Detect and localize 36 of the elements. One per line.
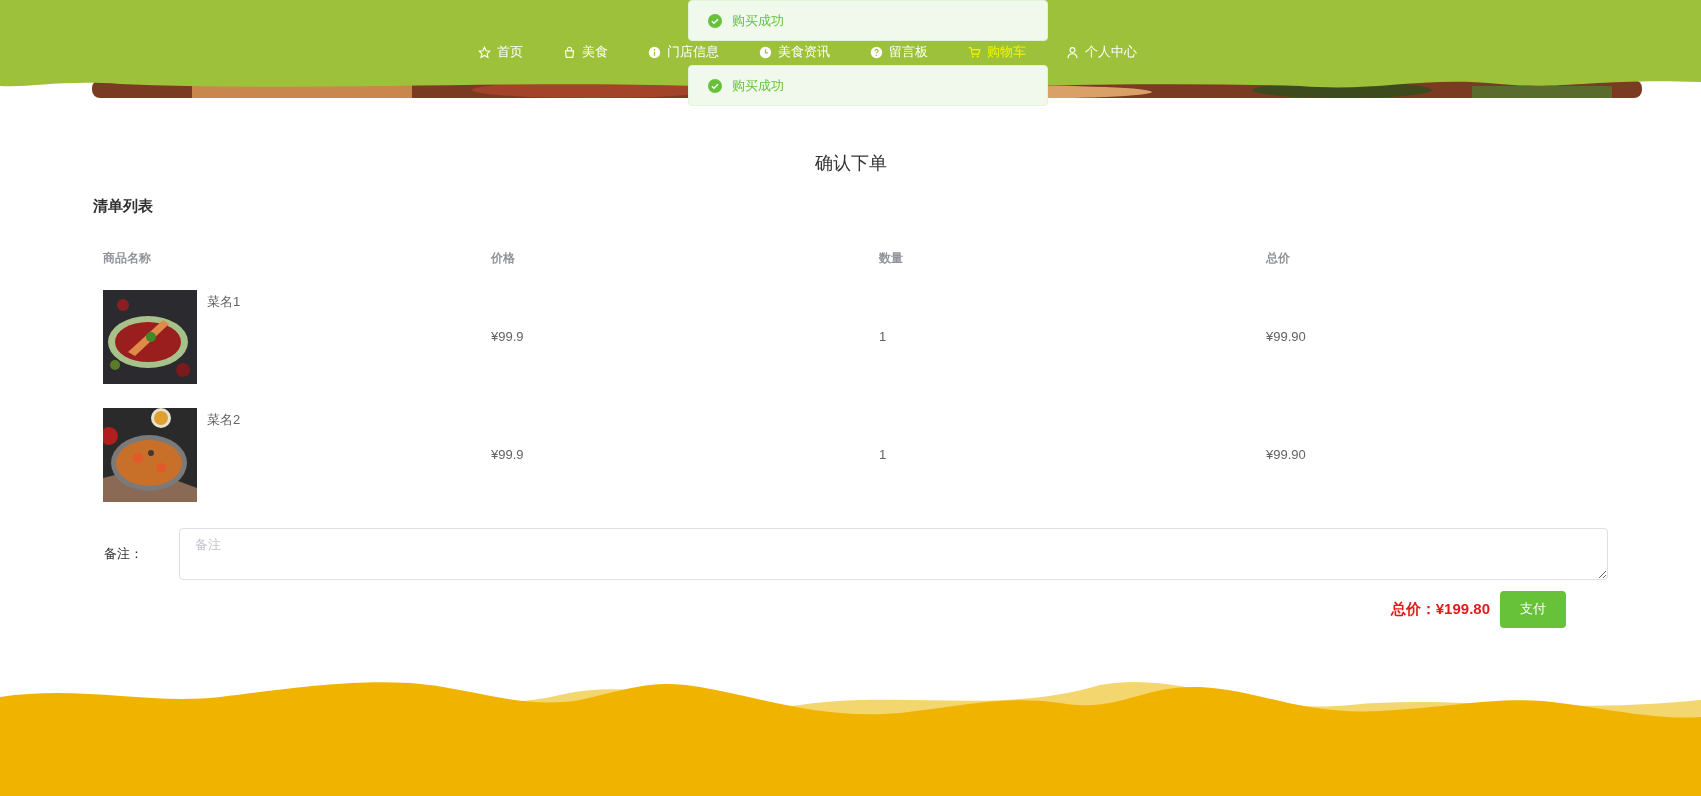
table-cell-text: 1 (879, 327, 887, 346)
clock-icon (759, 45, 772, 59)
nav-link[interactable]: 门店信息 (648, 42, 719, 62)
dish-name: 菜名1 (207, 292, 241, 311)
user-icon (1066, 45, 1079, 59)
field-label: 备注： (103, 544, 144, 563)
pay-button[interactable]: 支付 (1500, 590, 1566, 628)
star-icon (478, 45, 491, 59)
success-toast: 购买成功 (688, 65, 1048, 106)
table-cell-text: ¥99.90 (1266, 327, 1306, 346)
check-icon (708, 13, 722, 28)
info-icon (648, 45, 661, 59)
column-header: 总价 (1266, 249, 1290, 267)
table-cell-text: ¥99.90 (1266, 445, 1306, 464)
section-title: 清单列表 (93, 196, 154, 216)
nav-link[interactable]: 购物车 (968, 42, 1026, 62)
remark-field[interactable]: 备注 (178, 527, 1608, 580)
column-header: 数量 (879, 249, 903, 267)
table-cell-text: ¥99.9 (491, 445, 524, 464)
nav-link[interactable]: 美食资讯 (759, 42, 830, 62)
cart-icon (968, 45, 981, 59)
nav-link[interactable]: 个人中心 (1066, 42, 1137, 62)
table-cell-text: ¥99.9 (491, 327, 524, 346)
bag-icon (563, 45, 576, 59)
nav-link[interactable]: 美食 (563, 42, 608, 62)
nav-link[interactable]: 首页 (478, 42, 523, 62)
help-icon (870, 45, 883, 59)
check-icon (708, 78, 722, 93)
nav-link[interactable]: 留言板 (870, 42, 928, 62)
dish-name: 菜名2 (207, 410, 241, 429)
column-header: 价格 (491, 249, 515, 267)
success-toast: 购买成功 (688, 0, 1048, 41)
table-cell-text: 1 (879, 445, 887, 464)
page-title: 确认下单 (813, 152, 888, 174)
column-header: 商品名称 (103, 249, 151, 267)
total-price: 总价：¥199.80 (1390, 598, 1490, 619)
